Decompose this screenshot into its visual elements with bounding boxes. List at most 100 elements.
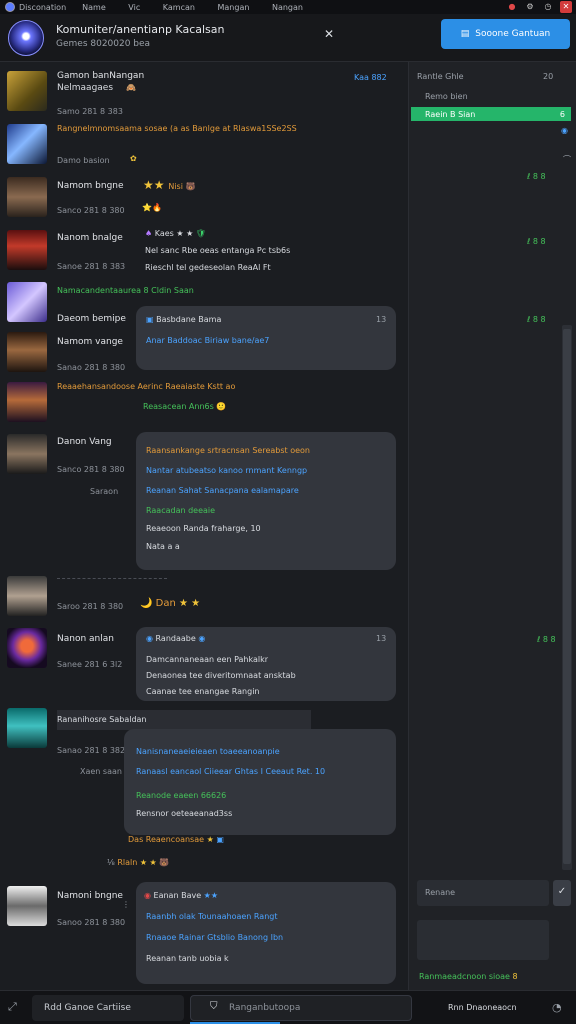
- message-text: Raacadan deeaie: [146, 506, 216, 515]
- scrollbar-thumb[interactable]: [563, 329, 571, 864]
- scrollbar[interactable]: [562, 325, 572, 870]
- sidebar-item-count: 6: [559, 109, 565, 119]
- message-text: Nel sanc Rbe oeas entanga Pc tsb6s: [145, 246, 291, 255]
- message-text: Das Reaencoansae ★ ▣: [128, 835, 224, 844]
- avatar[interactable]: [7, 332, 47, 372]
- sidebar-count: 20: [543, 72, 554, 81]
- add-game-button[interactable]: Rdd Ganoe Cartiise: [32, 995, 184, 1021]
- message-author[interactable]: Daeom bemipe: [57, 314, 126, 324]
- message-timestamp: Sanao 281 8 382: [57, 746, 126, 755]
- message-subline: Xaen saan: [80, 767, 122, 776]
- message-text: Denaonea tee diveritomnaat ansktab: [146, 671, 296, 680]
- info-icon[interactable]: ◉: [561, 126, 568, 135]
- window-controls: ● ⚙ ◷ ✕: [506, 1, 572, 13]
- sidebar: Rantle Ghle 20 Remo bien Raein B Sian 6 ◉…: [408, 62, 576, 990]
- avatar[interactable]: [7, 177, 47, 217]
- message-author[interactable]: Namom bngne: [57, 181, 124, 191]
- avatar[interactable]: [7, 886, 47, 926]
- online-count: ℓ 8 8: [537, 635, 556, 644]
- pin-icon[interactable]: ✕: [324, 27, 334, 41]
- sidebar-input[interactable]: Renane: [417, 880, 549, 906]
- message-text: Damcannaneaan een Pahkalkr: [146, 655, 269, 664]
- message-text: Nanisnaneaeieieaen toaeeanoanpie: [136, 747, 280, 756]
- reply-author-name: Basbdane Bama: [156, 315, 222, 324]
- reply-bubble[interactable]: ▣ Basbdane Bama Anar Baddoac Biriaw bane…: [136, 306, 396, 370]
- message-author[interactable]: Rananihosre Sabaldan: [57, 710, 311, 730]
- message-author[interactable]: Nanon anlan: [57, 634, 114, 644]
- channel-title: Komuniter/anentianp Kacalsan: [56, 23, 225, 36]
- avatar[interactable]: [7, 230, 47, 270]
- menu-bar: Name Vic Kamcan Mangan Nangan: [82, 3, 323, 12]
- message-text: 🌙 Dan ★ ★: [140, 598, 201, 609]
- avatar[interactable]: [7, 434, 47, 474]
- sidebar-item-selected[interactable]: Raein B Sian 6: [411, 107, 571, 121]
- bubble-author: Eanan Bave: [153, 891, 202, 900]
- message-bubble[interactable]: Raansankange srtracnsan Sereabst oeon Na…: [136, 432, 396, 570]
- emoji-icon: ⭐🔥: [142, 203, 162, 212]
- message-text: Rnaaoe Rainar Gtsblio Banong Ibn: [146, 933, 284, 942]
- notification-icon[interactable]: ●: [506, 1, 518, 13]
- message-author[interactable]: Nanom bnalge: [57, 233, 123, 243]
- message-text: Rieschl tel gedeseolan ReaAl Ft: [145, 263, 271, 272]
- channel-subtitle: Gemes 8020020 bea: [56, 39, 151, 49]
- message-bubble[interactable]: ◉ Randaabe ◉ Damcannaneaan een Pahkalkr …: [136, 627, 396, 701]
- avatar[interactable]: [7, 382, 47, 422]
- expand-icon[interactable]: ⤢: [8, 1000, 17, 1014]
- menu-item-4[interactable]: Mangan: [217, 3, 249, 12]
- settings-icon[interactable]: ⚙: [524, 1, 536, 13]
- avatar[interactable]: [7, 282, 47, 322]
- online-count: ℓ 8 8: [527, 237, 546, 246]
- message-author[interactable]: Danon Vang: [57, 437, 112, 447]
- message-text: Reaeoon Randa fraharge, 10: [146, 524, 261, 533]
- sidebar-footer: Ranmaeadcnoon sioae 8: [419, 972, 518, 981]
- message-timestamp: Damo basion: [57, 156, 110, 165]
- avatar[interactable]: [7, 576, 47, 616]
- more-icon[interactable]: ⋮: [122, 900, 130, 909]
- status-text: Rnn Dnaoneaocn: [448, 1003, 517, 1012]
- menu-item-3[interactable]: Kamcan: [163, 3, 195, 12]
- message-timestamp: Sanee 281 6 3l2: [57, 660, 123, 669]
- reply-count: 13: [376, 315, 387, 324]
- menu-item-2[interactable]: Vic: [128, 3, 140, 12]
- message-bubble[interactable]: ◉ Eanan Bave ★★ Raanbh olak Tounaahoaen …: [136, 882, 396, 984]
- user-icon[interactable]: ◔: [552, 1001, 562, 1014]
- menu-item-5[interactable]: Nangan: [272, 3, 303, 12]
- avatar[interactable]: [7, 628, 47, 668]
- message-author[interactable]: Gamon banNangan: [57, 71, 144, 81]
- message-text: Namacandentaaurea 8 Cldin Saan: [57, 286, 194, 295]
- clock-icon[interactable]: ◷: [542, 1, 554, 13]
- message-text: ⅛ Rlaln ★ ★ 🐻: [107, 858, 170, 867]
- sidebar-textarea[interactable]: [417, 920, 549, 960]
- server-logo[interactable]: [8, 20, 44, 56]
- title-bar: Disconation Name Vic Kamcan Mangan Nanga…: [0, 0, 576, 14]
- message-author[interactable]: Namoni bngne: [57, 891, 123, 901]
- search-placeholder: Ranganbutoopa: [229, 1003, 301, 1013]
- message-tag: ♠ Kaes ★ ★ 🛡: [145, 229, 206, 238]
- app-icon: [5, 2, 15, 12]
- close-icon[interactable]: ✕: [560, 1, 572, 13]
- join-button[interactable]: ▤ Sooone Gantuan: [441, 19, 570, 49]
- search-input[interactable]: Ranganbutoopa: [190, 995, 412, 1021]
- sidebar-header: Rantle Ghle: [417, 72, 464, 81]
- message-text: Reanan tanb uobia k: [146, 954, 229, 963]
- message-text: Reasacean Ann6s 🙂: [143, 402, 227, 411]
- message-text: Reanode eaeen 66626: [136, 791, 227, 800]
- avatar[interactable]: [7, 124, 47, 164]
- send-button[interactable]: ✓: [553, 880, 571, 906]
- channel-header: Komuniter/anentianp Kacalsan Gemes 80200…: [0, 14, 576, 62]
- emoji-icon: 🙈: [126, 83, 136, 92]
- reply-text: Anar Baddoac Biriaw bane/ae7: [146, 336, 270, 345]
- message-list[interactable]: Gamon banNangan Nelmaagaes 🙈 Kaa 882 Sam…: [0, 62, 408, 990]
- message-bubble[interactable]: Nanisnaneaeieieaen toaeeanoanpie Ranaasl…: [124, 729, 396, 835]
- chat-icon: ▤: [460, 29, 470, 39]
- message-author-2[interactable]: Namom vange: [57, 337, 123, 347]
- message-text: Rensnor oeteaeanad3ss: [136, 809, 233, 818]
- after-text: Das Reaencoansae: [128, 835, 205, 844]
- sidebar-input-placeholder: Renane: [425, 888, 456, 897]
- separator-line: [57, 578, 167, 579]
- avatar[interactable]: [7, 708, 47, 748]
- sidebar-item[interactable]: Remo bien: [425, 92, 468, 101]
- message-header: ◉ Eanan Bave ★★: [144, 891, 219, 900]
- avatar[interactable]: [7, 71, 47, 111]
- menu-item-1[interactable]: Name: [82, 3, 106, 12]
